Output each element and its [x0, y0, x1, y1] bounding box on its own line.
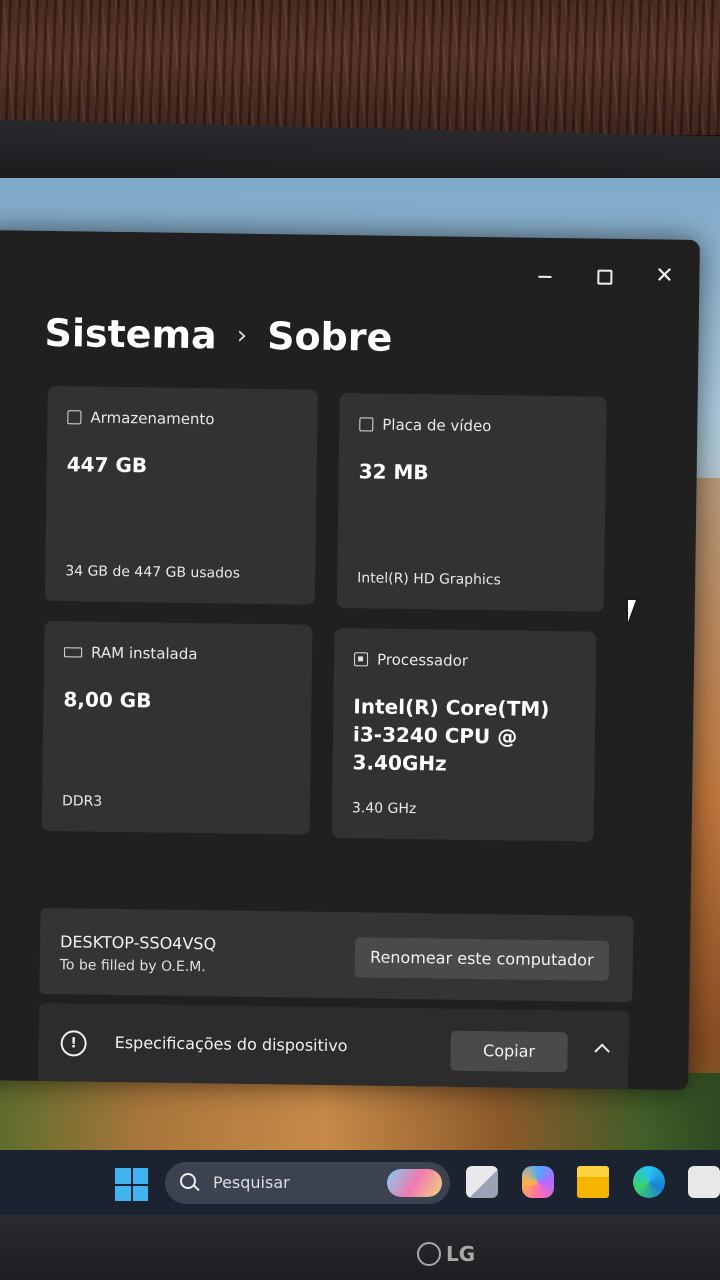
wooden-background [0, 0, 720, 135]
specs-label: Especificações do dispositivo [114, 1032, 348, 1056]
gpu-value: 32 MB [358, 459, 429, 485]
rename-pc-button[interactable]: Renomear este computador [354, 937, 610, 981]
store-icon[interactable] [688, 1166, 720, 1198]
gpu-title: Placa de vídeo [382, 415, 492, 436]
cpu-card[interactable]: Processador Intel(R) Core(TM) i3-3240 CP… [331, 627, 597, 842]
breadcrumb: Sistema › Sobre [44, 311, 392, 360]
monitor-brand: LG [446, 1242, 476, 1266]
copy-button[interactable]: Copiar [450, 1030, 568, 1073]
storage-card-header: Armazenamento [67, 408, 215, 429]
device-name: DESKTOP-SSO4VSQ [59, 932, 217, 954]
search-highlight-icon [387, 1169, 442, 1197]
ram-detail: DDR3 [61, 793, 103, 810]
gpu-detail: Intel(R) HD Graphics [357, 570, 501, 589]
maximize-icon [596, 269, 613, 285]
device-name-section: DESKTOP-SSO4VSQ To be filled by O.E.M. R… [39, 907, 634, 1003]
monitor-logo: LG [417, 1242, 475, 1266]
cpu-card-header: Processador [353, 650, 469, 670]
processor-chip-icon [353, 652, 369, 667]
close-button[interactable]: ✕ [644, 261, 684, 292]
close-icon: ✕ [655, 263, 674, 289]
breadcrumb-separator-icon: › [236, 320, 248, 351]
device-specs-section[interactable]: ! Especificações do dispositivo Copiar [38, 1002, 630, 1090]
storage-value: 447 GB [66, 452, 148, 478]
memory-module-icon [64, 647, 83, 658]
mouse-cursor-icon [628, 600, 636, 622]
cpu-title: Processador [376, 650, 469, 670]
taskbar-search[interactable]: Pesquisar [165, 1162, 450, 1204]
maximize-button[interactable] [584, 260, 624, 291]
storage-detail: 34 GB de 447 GB usados [65, 563, 241, 582]
storage-title: Armazenamento [90, 408, 215, 429]
gpu-card-header: Placa de vídeo [359, 415, 492, 436]
minimize-button[interactable] [524, 260, 564, 291]
device-subtitle: To be filled by O.E.M. [59, 957, 206, 976]
minimize-icon [537, 275, 551, 278]
storage-card[interactable]: Armazenamento 447 GB 34 GB de 447 GB usa… [44, 385, 318, 605]
page-title: Sobre [266, 314, 393, 360]
task-view-icon[interactable] [466, 1166, 498, 1198]
info-icon: ! [60, 1030, 87, 1057]
storage-drive-icon [67, 410, 82, 425]
cpu-value: Intel(R) Core(TM) i3-3240 CPU @ 3.40GHz [352, 694, 550, 776]
taskbar: Pesquisar [0, 1150, 720, 1215]
ram-title: RAM instalada [90, 643, 198, 664]
settings-window: ✕ Sistema › Sobre Armazenamento 447 GB 3… [0, 230, 700, 1090]
lg-logo-icon [417, 1242, 441, 1266]
chevron-up-icon[interactable] [586, 1037, 616, 1067]
cpu-detail: 3.40 GHz [351, 800, 417, 818]
gpu-card[interactable]: Placa de vídeo 32 MB Intel(R) HD Graphic… [336, 393, 607, 612]
monitor-bottom-bezel: LG [0, 1215, 720, 1280]
ram-card-header: RAM instalada [64, 643, 198, 663]
search-icon [180, 1173, 196, 1189]
file-explorer-icon[interactable] [577, 1166, 609, 1198]
display-card-icon [359, 417, 374, 432]
ram-value: 8,00 GB [63, 687, 152, 713]
windows-start-icon[interactable] [115, 1168, 148, 1201]
copilot-icon[interactable] [522, 1166, 554, 1198]
edge-browser-icon[interactable] [633, 1166, 665, 1198]
breadcrumb-parent[interactable]: Sistema [44, 311, 217, 357]
ram-card[interactable]: RAM instalada 8,00 GB DDR3 [41, 620, 313, 835]
search-placeholder: Pesquisar [213, 1173, 290, 1192]
